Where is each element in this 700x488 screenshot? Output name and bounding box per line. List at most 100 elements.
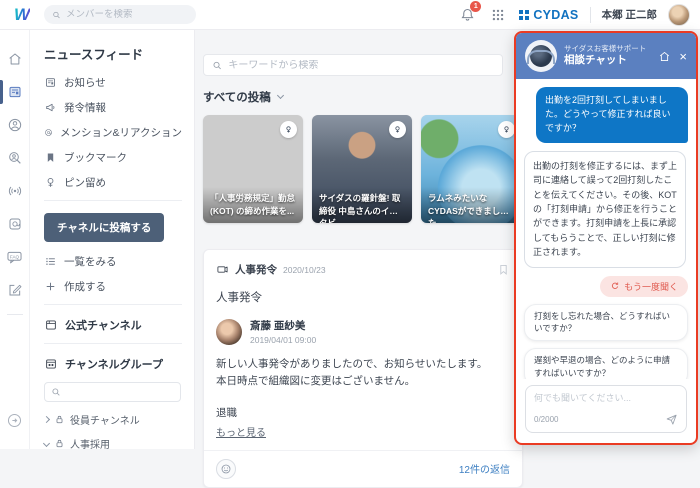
ask-again-label: もう一度聞く xyxy=(624,280,678,293)
author-avatar[interactable] xyxy=(216,319,242,345)
chat-header: サイダスお客様サポート 相談チャット × xyxy=(516,33,696,79)
megaphone-icon xyxy=(44,101,57,114)
pinned-card[interactable]: ラムネみたいなCYDASができました... xyxy=(421,115,521,223)
sidebar-item-mentions[interactable]: メンション&リアクション xyxy=(44,125,182,140)
pinned-card[interactable]: サイダスの羅針盤! 取締役 中島さんのインタビ... xyxy=(312,115,412,223)
grid-icon xyxy=(491,8,505,22)
app-logo[interactable]: W xyxy=(14,6,30,23)
chat-messages: 出勤を2回打刻してしまいました。どうやって修正すれば良いですか？ 出勤の打刻を修… xyxy=(516,79,696,379)
rail-collapse[interactable] xyxy=(0,405,30,435)
keyword-search-input[interactable] xyxy=(228,60,494,71)
chat-home-button[interactable] xyxy=(658,50,671,63)
post-category: 人事発令 xyxy=(235,262,277,277)
broadcast-icon xyxy=(7,183,23,199)
channel-search[interactable] xyxy=(44,382,181,402)
home-icon xyxy=(658,50,671,63)
pin-icon xyxy=(44,176,57,189)
rail-home[interactable] xyxy=(0,44,30,74)
post-date: 2020/10/23 xyxy=(283,265,326,275)
sidebar-create[interactable]: 作成する xyxy=(44,279,182,294)
add-reaction-button[interactable] xyxy=(216,459,236,479)
channel-executives[interactable]: 役員チャンネル xyxy=(44,412,182,427)
ask-again-button[interactable]: もう一度聞く xyxy=(600,276,688,297)
bookmark-icon xyxy=(44,151,57,164)
card-caption: サイダスの羅針盤! 取締役 中島さんのインタビ... xyxy=(312,187,412,223)
card-caption: ラムネみたいなCYDASができました... xyxy=(421,187,521,223)
bot-message-bubble: 出勤の打刻を修正するには、まず上司に連絡して誤って2回打刻したことを伝えてくださ… xyxy=(524,151,686,268)
topbar: W 1 CYDAS xyxy=(0,0,700,30)
suggested-question[interactable]: 遅刻や早退の場合、どのように申請すればいいですか？ xyxy=(524,348,688,379)
keyword-search[interactable] xyxy=(203,54,503,76)
sidebar-item-announcements[interactable]: お知らせ xyxy=(44,75,182,90)
chat-input-box[interactable]: 0/2000 xyxy=(525,385,687,433)
cydas-mark-icon xyxy=(519,10,529,20)
cydas-logo[interactable]: CYDAS xyxy=(519,8,578,22)
member-search[interactable] xyxy=(44,5,196,24)
channel-hr-recruiting[interactable]: 人事採用 xyxy=(44,436,182,449)
rail-people-search[interactable] xyxy=(0,143,30,173)
official-channel-icon xyxy=(44,318,58,332)
faq-icon: FAQ xyxy=(6,249,23,265)
sidebar-official-channel-label: 公式チャンネル xyxy=(65,317,142,333)
directory-icon xyxy=(7,216,23,232)
post-tag: 退職 xyxy=(216,405,510,420)
sidebar-item-directives[interactable]: 発令情報 xyxy=(44,100,182,115)
compose-icon xyxy=(7,282,23,298)
post-body-line: 本日時点で組織図に変更はございません。 xyxy=(216,373,510,390)
bookmark-icon xyxy=(497,263,510,276)
sidebar-item-label: ブックマーク xyxy=(64,150,127,165)
lock-icon xyxy=(54,438,65,449)
sidebar-view-list[interactable]: 一覧をみる xyxy=(44,254,182,269)
card-caption: 「人事労務規定」勤怠 (KOT) の締め作業を... xyxy=(203,187,303,223)
chat-title: 相談チャット xyxy=(564,54,646,68)
user-avatar[interactable] xyxy=(668,4,690,26)
rail-profile[interactable] xyxy=(0,110,30,140)
cydas-brand-name: CYDAS xyxy=(533,8,578,22)
post-filter-label: すべての投稿 xyxy=(203,89,271,105)
suggested-question[interactable]: 打刻をし忘れた場合、どうすればいいですか？ xyxy=(524,304,688,342)
smiley-icon xyxy=(220,463,232,475)
svg-text:FAQ: FAQ xyxy=(10,255,20,260)
replies-link[interactable]: 12件の返信 xyxy=(459,461,510,476)
channel-label: 役員チャンネル xyxy=(70,412,140,427)
sidebar-item-label: 発令情報 xyxy=(64,100,106,115)
chevron-down-icon xyxy=(43,440,50,447)
rail-directory[interactable] xyxy=(0,209,30,239)
people-search-icon xyxy=(7,150,23,166)
chat-input[interactable] xyxy=(534,393,678,403)
list-icon xyxy=(44,255,57,268)
channel-label: 人事採用 xyxy=(70,436,110,449)
sidebar-channel-group-label: チャンネルグループ xyxy=(65,356,163,372)
notifications-button[interactable]: 1 xyxy=(457,5,477,25)
sidebar-view-list-label: 一覧をみる xyxy=(64,254,117,269)
sidebar-channel-group[interactable]: チャンネルグループ xyxy=(44,356,182,372)
post-title: 人事発令 xyxy=(216,289,510,305)
show-more-link[interactable]: もっと見る xyxy=(216,424,266,439)
app-grid-button[interactable] xyxy=(488,5,508,25)
send-button[interactable] xyxy=(665,413,678,426)
bookmark-button[interactable] xyxy=(497,263,510,276)
pinned-card[interactable]: 「人事労務規定」勤怠 (KOT) の締め作業を... xyxy=(203,115,303,223)
sidebar-official-channel[interactable]: 公式チャンネル xyxy=(44,317,182,333)
sidebar-item-label: ピン留め xyxy=(64,175,106,190)
post-to-channel-button[interactable]: チャネルに投稿する xyxy=(44,213,164,242)
user-name: 本郷 正二郎 xyxy=(602,7,657,22)
member-search-input[interactable] xyxy=(66,9,188,20)
rail-newsfeed[interactable] xyxy=(0,77,30,107)
sidebar-item-label: メンション&リアクション xyxy=(60,125,182,140)
author-name[interactable]: 斎藤 亜紗美 xyxy=(250,318,316,333)
chat-close-button[interactable]: × xyxy=(679,50,687,63)
notification-badge: 1 xyxy=(470,1,481,12)
post-timestamp: 2019/04/01 09:00 xyxy=(250,335,316,345)
rail-faq[interactable]: FAQ xyxy=(0,242,30,272)
support-chat-panel: サイダスお客様サポート 相談チャット × 出勤を2回打刻してしまいました。どうや… xyxy=(514,31,698,445)
sidebar-item-pinned[interactable]: ピン留め xyxy=(44,175,182,190)
sidebar-item-bookmarks[interactable]: ブックマーク xyxy=(44,150,182,165)
home-icon xyxy=(7,51,23,67)
sidebar-divider xyxy=(44,304,182,305)
rail-broadcast[interactable] xyxy=(0,176,30,206)
pin-icon xyxy=(284,125,293,134)
rail-compose[interactable] xyxy=(0,275,30,305)
refresh-icon xyxy=(610,281,620,291)
sidebar-divider xyxy=(44,200,182,201)
